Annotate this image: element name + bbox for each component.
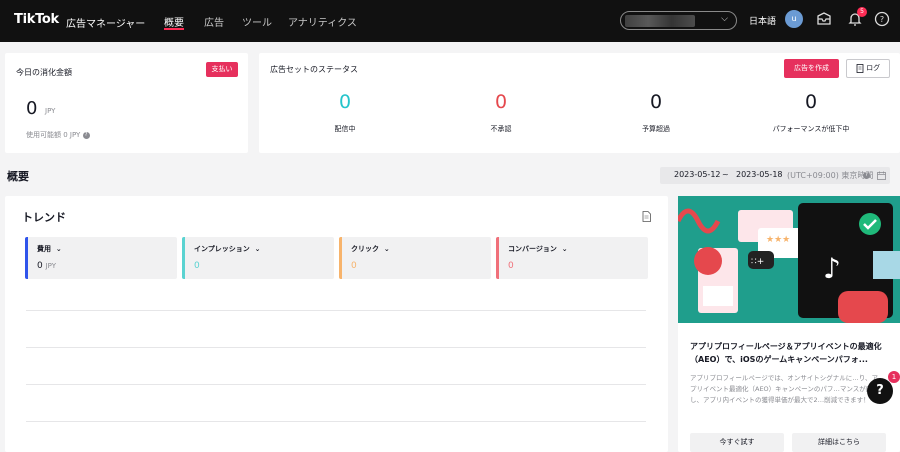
tiktok-logo[interactable]: TikTok <box>14 12 59 27</box>
date-range-picker[interactable]: 2023-05-12 ~ 2023-05-18 (UTC+09:00) 東京時間… <box>660 167 890 184</box>
chevron-down-icon: ⌵ <box>721 14 728 24</box>
calendar-icon[interactable] <box>877 171 886 180</box>
promo-illustration[interactable]: ★★★ ♪ ∷+ <box>678 196 900 323</box>
chevron-down-icon: ⌄ <box>254 245 261 253</box>
metric-conversions-label: コンバージョン ⌄ <box>508 244 568 254</box>
chart-gridline <box>26 384 646 385</box>
metric-impressions-label: インプレッション ⌄ <box>194 244 261 254</box>
pay-button[interactable]: 支払い <box>206 62 238 77</box>
chart-gridline <box>26 421 646 422</box>
help-badge: 1 <box>888 371 900 383</box>
metric-cost[interactable]: 費用 ⌄ 0 JPY <box>25 237 177 279</box>
learn-more-button[interactable]: 詳細はこちら <box>792 433 886 452</box>
chart-gridline <box>26 347 646 348</box>
top-nav-bar: TikTok 広告マネージャー 概要 広告 ツール アナリティクス ⌵ 日本語 … <box>0 0 900 42</box>
metric-clicks-label-text: クリック <box>351 245 379 253</box>
stat-active-value: 0 <box>338 91 352 113</box>
notification-badge: 5 <box>857 7 867 17</box>
tab-overview[interactable]: 概要 <box>164 14 184 29</box>
metric-cost-value: 0 JPY <box>37 261 56 271</box>
metric-impressions[interactable]: インプレッション ⌄ 0 <box>182 237 334 279</box>
spend-unit: JPY <box>45 107 56 115</box>
trend-title: トレンド <box>22 211 66 224</box>
metric-color-bar <box>182 237 185 279</box>
stat-rejected-value: 0 <box>494 91 508 113</box>
try-now-button[interactable]: 今すぐ試す <box>690 433 784 452</box>
promo-body: アプリプロフィールページでは、オンサイトシグナルに…り、アプリイベント最適化（A… <box>690 374 879 404</box>
timezone-label: (UTC+09:00) 東京時間 <box>787 171 874 180</box>
chevron-down-icon: ⌄ <box>561 245 568 253</box>
account-name-redacted <box>625 15 695 27</box>
chevron-down-icon: ⌄ <box>55 245 62 253</box>
svg-text:★★★: ★★★ <box>766 235 790 245</box>
metric-color-bar <box>339 237 342 279</box>
help-chat-button[interactable]: ? <box>867 378 893 404</box>
metric-conversions[interactable]: コンバージョン ⌄ 0 <box>496 237 648 279</box>
metric-cost-label: 費用 ⌄ <box>37 244 62 254</box>
promo-title[interactable]: アプリプロフィールページ＆アプリイベントの最適化（AEO）で、iOSのゲームキャ… <box>690 340 890 366</box>
help-icon[interactable]: ? <box>82 131 90 139</box>
stat-over-budget-label: 予算超過 <box>642 125 670 133</box>
ads-manager-label: 広告マネージャー <box>66 19 146 30</box>
stat-underperforming-label: パフォーマンスが低下中 <box>772 125 850 133</box>
chevron-down-icon: ⌄ <box>383 245 390 253</box>
date-separator: ~ <box>722 170 729 179</box>
metric-clicks-label: クリック ⌄ <box>351 244 390 254</box>
create-ad-button[interactable]: 広告を作成 <box>784 59 839 78</box>
svg-text:♪: ♪ <box>823 252 841 285</box>
svg-text:∷+: ∷+ <box>751 257 764 267</box>
metric-cost-unit: JPY <box>45 262 57 270</box>
metric-cost-label-text: 費用 <box>37 245 51 253</box>
tab-tools[interactable]: ツール <box>242 14 272 29</box>
log-button-label: ログ <box>866 64 881 72</box>
account-selector[interactable]: ⌵ <box>620 11 737 30</box>
stat-rejected-label: 不承認 <box>490 125 512 133</box>
tab-ads[interactable]: 広告 <box>204 14 224 29</box>
promo-illustration-art: ★★★ ♪ ∷+ <box>678 196 900 323</box>
metric-clicks-value: 0 <box>351 261 357 271</box>
metric-impressions-value: 0 <box>194 261 200 271</box>
metric-conversions-label-text: コンバージョン <box>508 245 557 253</box>
document-icon <box>856 63 864 73</box>
metric-impressions-label-text: インプレッション <box>194 245 250 253</box>
export-icon[interactable] <box>642 211 651 222</box>
tab-analytics[interactable]: アナリティクス <box>288 14 357 29</box>
adset-status-title: 広告セットのステータス <box>270 65 358 74</box>
avatar[interactable]: u <box>785 10 803 28</box>
help-icon[interactable]: ? <box>873 10 891 28</box>
date-end: 2023-05-18 <box>736 170 783 179</box>
trend-card <box>5 196 668 452</box>
spend-amount: 0 <box>26 98 38 119</box>
metric-color-bar <box>25 237 28 279</box>
metric-color-bar <box>496 237 499 279</box>
metric-conversions-value: 0 <box>508 261 514 271</box>
chart-gridline <box>26 310 646 311</box>
stat-underperforming-value: 0 <box>804 91 818 113</box>
log-button[interactable]: ログ <box>846 59 890 78</box>
metric-cost-number: 0 <box>37 261 43 271</box>
metric-clicks[interactable]: クリック ⌄ 0 <box>339 237 491 279</box>
active-tab-indicator <box>164 28 184 30</box>
spend-card-title: 今日の消化金額 <box>16 68 72 77</box>
inbox-icon[interactable] <box>815 10 833 28</box>
stat-active-label: 配信中 <box>334 125 356 133</box>
overview-heading: 概要 <box>7 170 29 183</box>
date-start: 2023-05-12 <box>674 170 721 179</box>
svg-text:?: ? <box>880 15 884 24</box>
language-selector[interactable]: 日本語 <box>749 14 776 27</box>
stat-over-budget-value: 0 <box>649 91 663 113</box>
available-balance: 使用可能額 0 JPY ? <box>26 130 90 140</box>
available-balance-text: 使用可能額 0 JPY <box>26 131 81 139</box>
